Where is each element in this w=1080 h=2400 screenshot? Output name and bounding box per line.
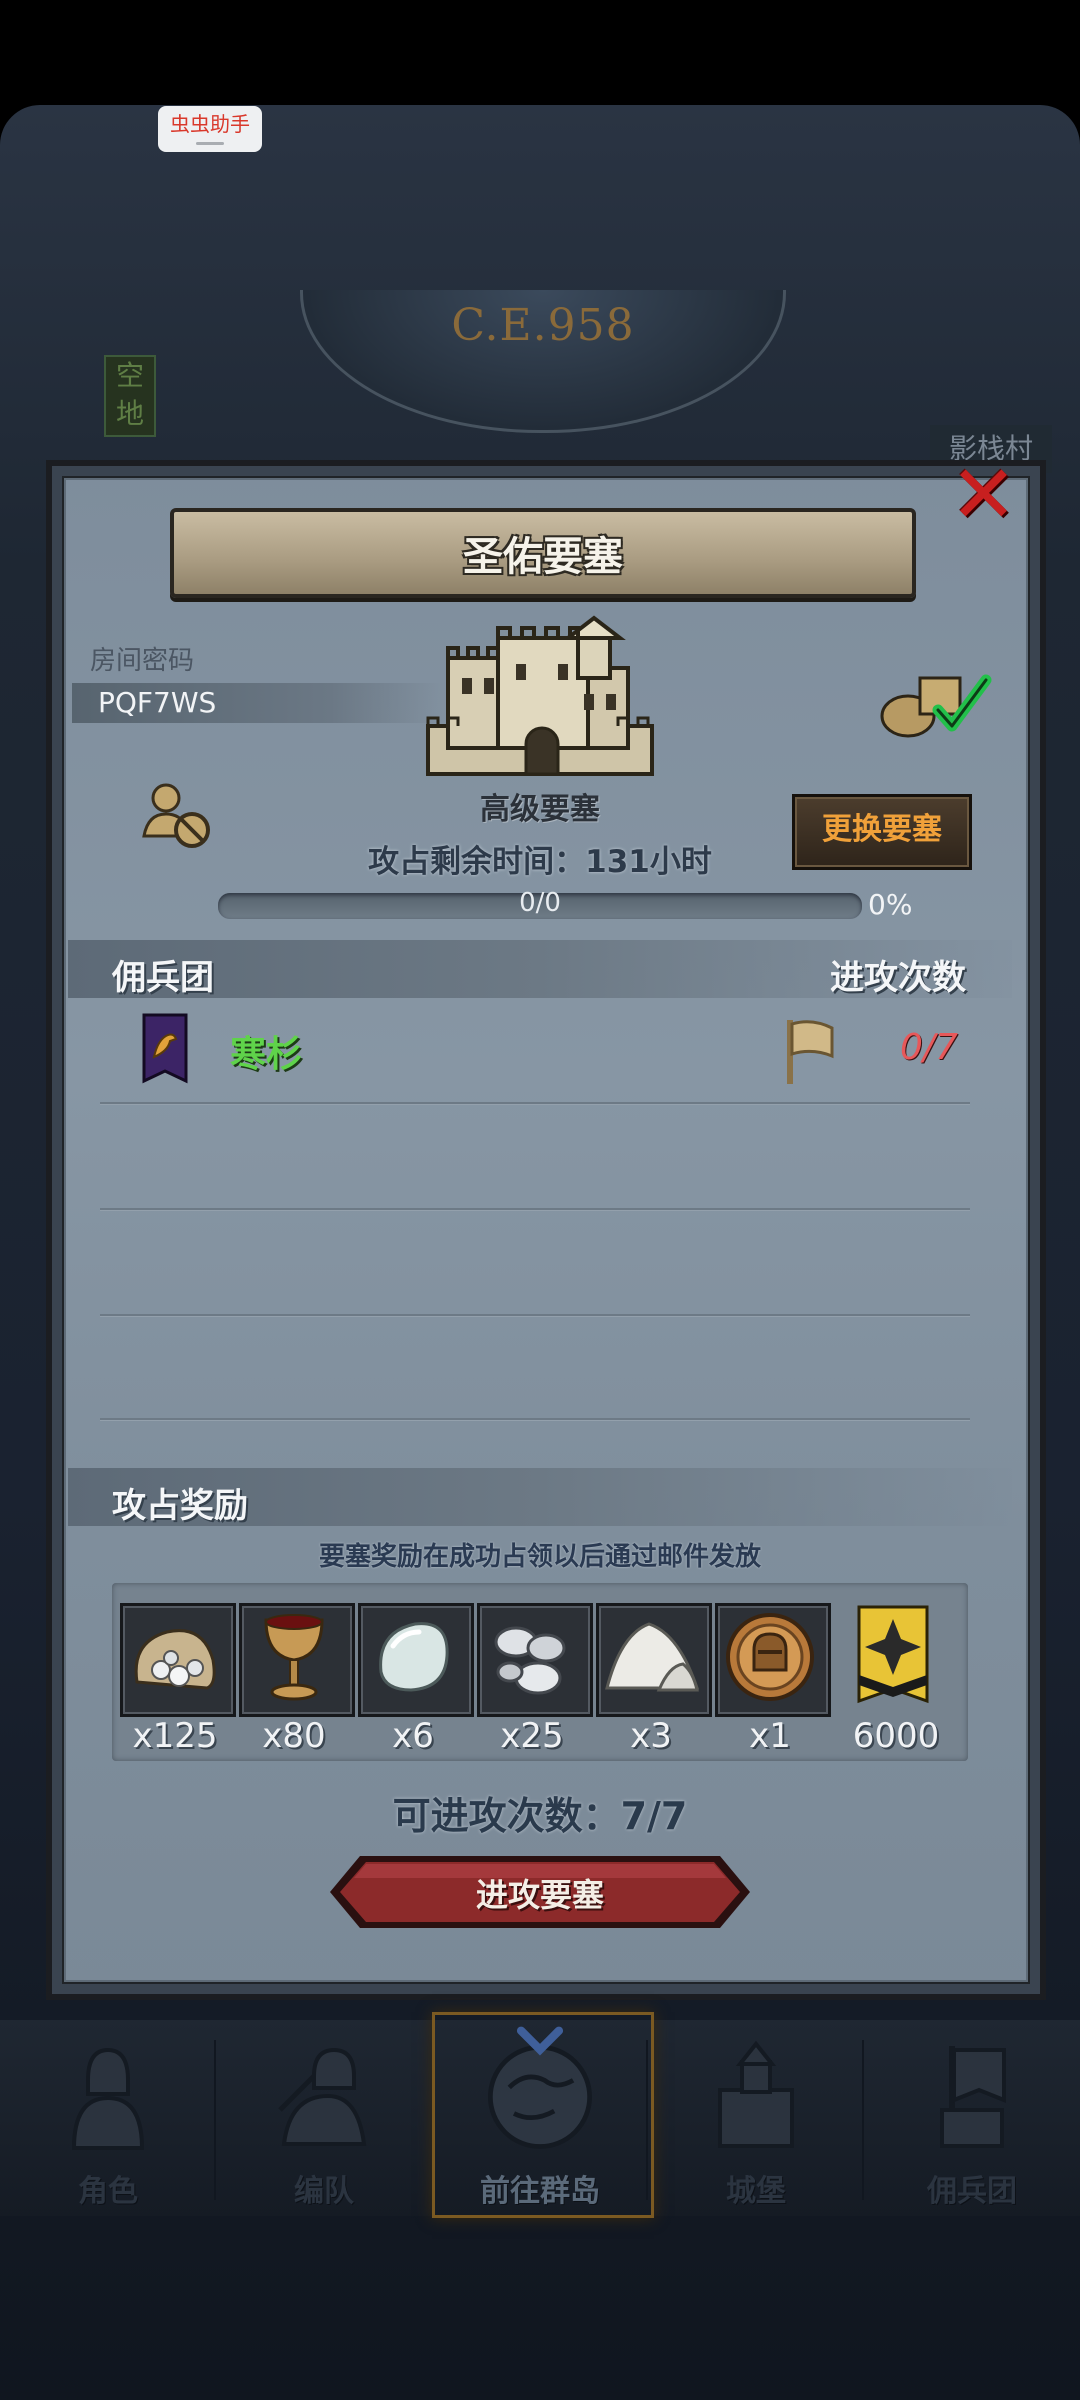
helper-badge[interactable]: 虫虫助手 [158,106,262,152]
remaining-time: 攻占剩余时间：131小时 [368,844,712,880]
reward-count: x80 [262,1716,326,1756]
rewards-header-label: 攻占奖励 [112,1486,248,1526]
gold-banner-icon [857,1605,929,1704]
reward-pearl-stone[interactable] [358,1603,474,1717]
mercenary-section-header: 佣兵团 进攻次数 [68,940,1012,998]
reward-gold-banner[interactable] [853,1603,933,1711]
wolf-crest-flag-icon [142,1013,188,1084]
reward-note: 要塞奖励在成功占领以后通过邮件发放 [318,1542,761,1572]
reward-chalice[interactable] [239,1603,355,1717]
fortress-icon [426,615,654,776]
rewards-section-header: 攻占奖励 [68,1468,1012,1526]
castle-icon [718,2040,794,2148]
nav-tab-islands[interactable]: 前往群岛 [432,2020,648,2216]
user-blocked-icon[interactable] [140,780,216,852]
title-plate: 圣佑要塞 [170,508,916,598]
reward-salt-pile[interactable] [596,1603,712,1717]
left-map-sign: 空地 [104,355,156,437]
progress-percent: 0% [868,888,913,921]
room-code-label: 房间密码 [90,646,195,676]
reward-count: x3 [630,1716,672,1756]
salt-pile-icon [605,1622,700,1692]
globe-icon [488,2026,592,2149]
room-code: PQF7WS [98,686,217,719]
nav-tab-mercenary[interactable]: 佣兵团 [864,2020,1080,2216]
attack-count: 0/7 [900,1027,958,1068]
row-divider [100,1102,970,1104]
mercenary-icon [940,2046,1006,2148]
reward-count: x25 [500,1716,564,1756]
knight-medal-icon [726,1613,814,1701]
formation-icon [278,2047,367,2146]
change-fortress-button[interactable]: 更换要塞 [792,794,972,870]
reward-count: 6000 [852,1716,940,1756]
dialog-title: 圣佑要塞 [463,534,623,580]
reward-silver-ore-sack[interactable] [120,1603,236,1717]
mercenary-header-label: 佣兵团 [112,958,214,998]
knight-icon [71,2047,145,2150]
chalice-icon [264,1614,324,1701]
supply-check-icon[interactable] [876,670,994,738]
nav-label: 角色 [78,2174,138,2209]
reward-count: x125 [132,1716,218,1756]
fortress-level: 高级要塞 [480,792,600,827]
silver-nuggets-icon [494,1626,566,1695]
attacks-header-label: 进攻次数 [830,958,966,998]
mercenary-name[interactable]: 寒杉 [230,1025,302,1077]
progress-text: 0/0 [519,888,561,918]
nav-label: 城堡 [726,2174,786,2209]
reward-silver-nuggets[interactable] [477,1603,593,1717]
attack-flag-icon [787,1020,834,1084]
silver-ore-sack-icon [134,1629,216,1690]
row-divider [100,1208,970,1210]
reward-count: x1 [749,1716,791,1756]
available-attacks: 可进攻次数：7/7 [392,1794,688,1838]
row-divider [100,1314,970,1316]
nav-tab-formation[interactable]: 编队 [216,2020,432,2216]
nav-tab-character[interactable]: 角色 [0,2020,216,2216]
reward-knight-medal[interactable] [715,1603,831,1717]
nav-label: 编队 [294,2174,354,2209]
nav-label: 佣兵团 [927,2174,1017,2209]
attack-fortress-button-label: 进攻要塞 [475,1876,604,1914]
nav-label: 前往群岛 [480,2174,600,2209]
year-text: C.E.958 [451,300,635,351]
row-divider [100,1418,970,1420]
pearl-stone-icon [379,1622,449,1692]
nav-tab-castle[interactable]: 城堡 [648,2020,864,2216]
close-icon[interactable]: ✕ [950,455,1017,535]
reward-count: x6 [392,1716,434,1756]
